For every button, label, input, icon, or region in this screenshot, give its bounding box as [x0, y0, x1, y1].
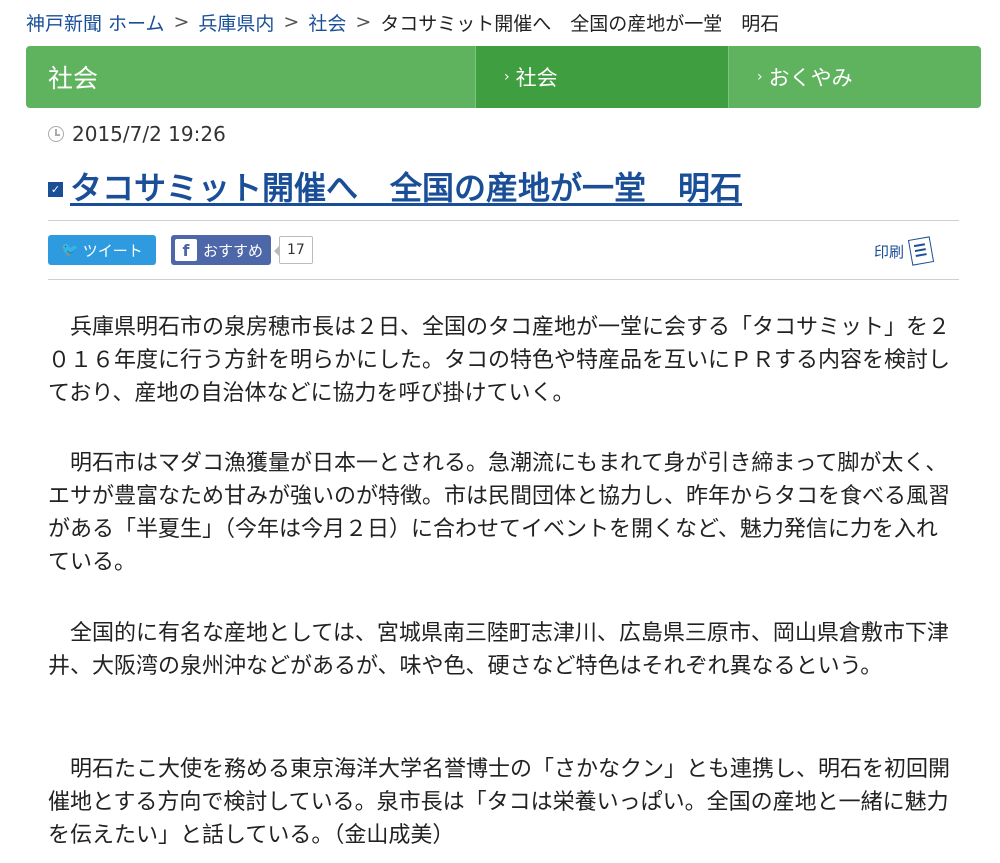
category-title: 社会	[48, 64, 99, 93]
divider	[48, 279, 959, 280]
clock-icon	[48, 126, 64, 142]
breadcrumb: 神戸新聞 ホーム > 兵庫県内 > 社会 > タコサミット開催へ 全国の産地が一…	[26, 8, 779, 36]
category-link-label: 社会	[515, 66, 558, 90]
share-bar: 🐦 ツイート f おすすめ 17	[48, 234, 313, 266]
breadcrumb-category-link[interactable]: 社会	[308, 9, 346, 36]
breadcrumb-separator: >	[355, 11, 372, 33]
print-button[interactable]: 印刷	[874, 236, 935, 266]
category-link-obituaries[interactable]: › おくやみ	[728, 46, 981, 108]
category-bar: 社会 › 社会 › おくやみ	[26, 46, 981, 108]
article-paragraph: 明石たこ大使を務める東京海洋大学名誉博士の「さかなクン」とも連携し、明石を初回開…	[48, 757, 951, 848]
facebook-icon: f	[175, 239, 197, 261]
article-paragraph: 全国的に有名な産地としては、宮城県南三陸町志津川、広島県三原市、岡山県倉敷市下津…	[48, 621, 949, 679]
breadcrumb-separator: >	[173, 11, 190, 33]
chevron-right-icon: ›	[757, 69, 763, 85]
breadcrumb-separator: >	[283, 11, 300, 33]
tweet-label: ツイート	[82, 241, 143, 260]
article-dateline: 2015/7/2 19:26	[48, 121, 226, 147]
divider	[48, 220, 959, 221]
chevron-right-icon: ›	[504, 69, 510, 85]
facebook-count-badge: 17	[274, 236, 313, 264]
breadcrumb-home-link[interactable]: 神戸新聞 ホーム	[26, 9, 164, 36]
article-headline: ✓ タコサミット開催へ 全国の産地が一堂 明石	[48, 163, 742, 209]
article-datetime: 2015/7/2 19:26	[72, 122, 226, 146]
article-title[interactable]: タコサミット開催へ 全国の産地が一堂 明石	[70, 163, 742, 209]
tweet-button[interactable]: 🐦 ツイート	[48, 235, 156, 265]
twitter-bird-icon: 🐦	[61, 242, 79, 258]
print-icon	[907, 236, 935, 266]
print-label: 印刷	[874, 242, 905, 261]
checkbox-icon: ✓	[48, 181, 63, 197]
breadcrumb-region-link[interactable]: 兵庫県内	[198, 9, 274, 36]
category-link-label: おくやみ	[768, 66, 853, 90]
category-link-society[interactable]: › 社会	[475, 46, 728, 108]
facebook-recommend-button[interactable]: f おすすめ	[171, 235, 272, 265]
breadcrumb-current: タコサミット開催へ 全国の産地が一堂 明石	[380, 12, 780, 35]
article-paragraph: 明石市はマダコ漁獲量が日本一とされる。急潮流にもまれて身が引き締まって脚が太く、…	[48, 451, 951, 575]
facebook-label: おすすめ	[203, 241, 264, 260]
article-paragraph: 兵庫県明石市の泉房穂市長は２日、全国のタコ産地が一堂に会する「タコサミット」を２…	[48, 315, 951, 406]
